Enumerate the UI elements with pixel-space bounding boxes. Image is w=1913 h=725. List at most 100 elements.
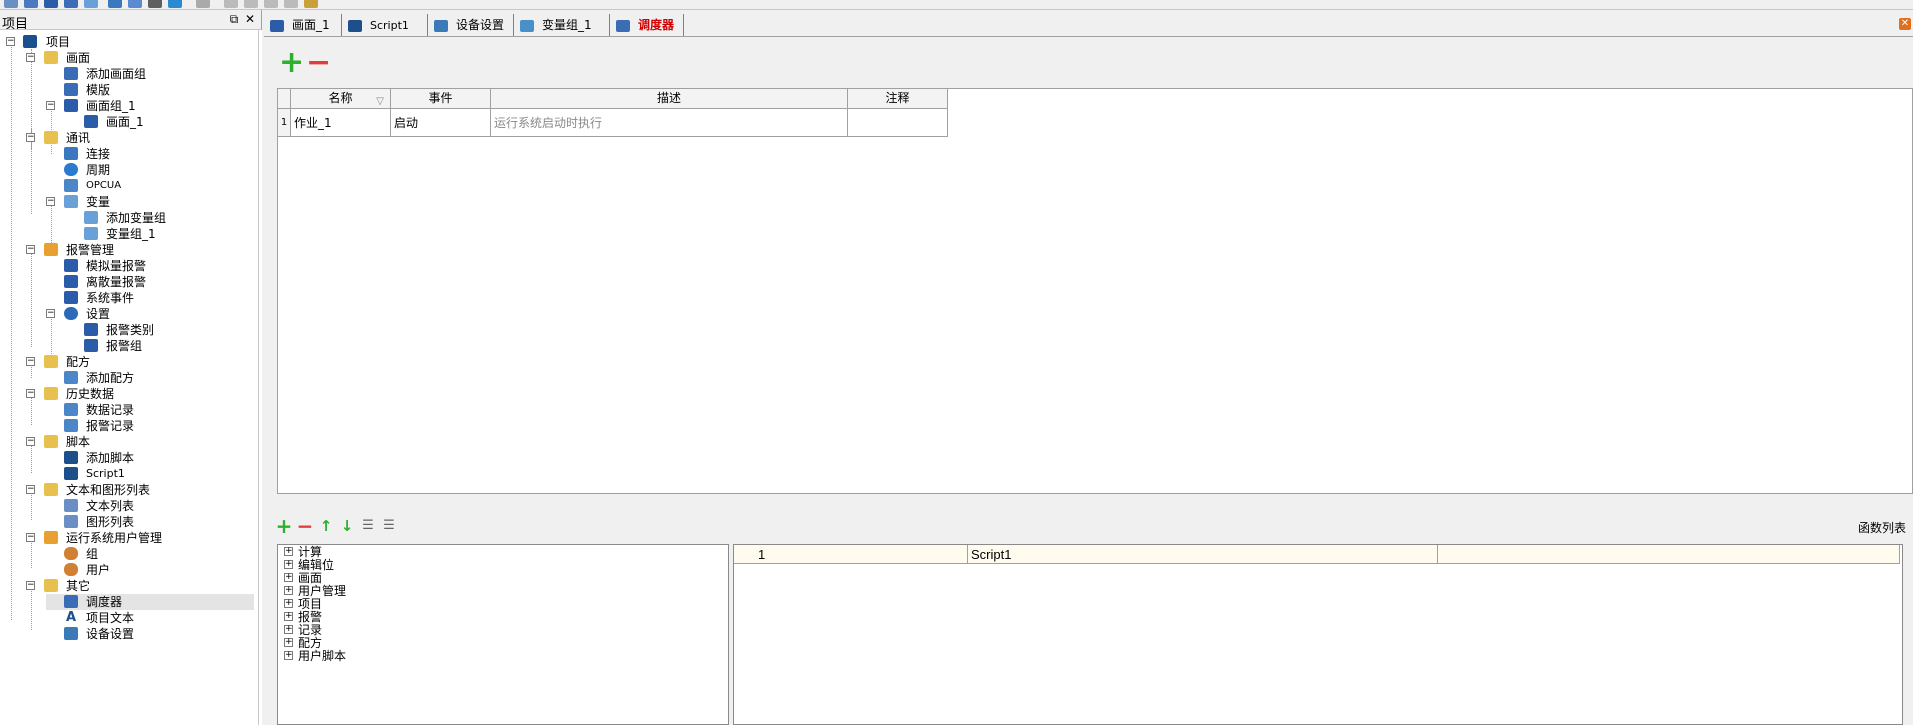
template-icon xyxy=(64,83,78,96)
add-var-group-icon xyxy=(84,211,98,224)
main-toolbar xyxy=(0,0,1913,10)
add-function-button[interactable]: + xyxy=(275,516,293,536)
screen-group-icon xyxy=(64,99,78,112)
delete-job-button[interactable]: − xyxy=(306,48,331,78)
row-header-corner xyxy=(278,89,291,109)
add-script-icon xyxy=(64,451,78,464)
variable-group-icon xyxy=(520,19,534,32)
screen-icon xyxy=(270,19,284,32)
open-icon[interactable] xyxy=(24,0,38,8)
cut-icon[interactable] xyxy=(224,0,238,8)
tree-item-scheduler[interactable]: 调度器 xyxy=(46,594,254,610)
col-header-note[interactable]: 注释 xyxy=(848,89,948,109)
editor-tabs: 画面_1 Script1 设备设置 变量组_1 调度器 ✕ xyxy=(264,13,1913,37)
tab-script1[interactable]: Script1 xyxy=(344,14,428,36)
comm-folder-icon xyxy=(44,131,58,144)
settings-icon xyxy=(64,307,78,320)
function-list-table: 1 Script1 xyxy=(733,544,1903,725)
indent-icon[interactable]: ☰ xyxy=(359,516,377,536)
graphic-list-icon xyxy=(64,515,78,528)
device-settings-icon xyxy=(64,627,78,640)
other-folder-icon xyxy=(44,579,58,592)
project-pane-title: 项目 xyxy=(2,17,29,32)
remove-function-button[interactable]: − xyxy=(296,516,314,536)
outdent-icon[interactable]: ☰ xyxy=(380,516,398,536)
function-row[interactable]: 1 Script1 xyxy=(734,545,1900,564)
add-job-button[interactable]: + xyxy=(279,48,304,78)
save-all-icon[interactable] xyxy=(64,0,78,8)
job-table: 名称 ▽ 事件 描述 注释 1 作业_1 启动 运行系统启动时执行 xyxy=(277,88,1913,494)
connection-icon xyxy=(64,147,78,160)
user-icon xyxy=(64,563,78,576)
history-folder-icon xyxy=(44,387,58,400)
move-down-button[interactable]: ↓ xyxy=(338,516,356,536)
project-text-icon: A xyxy=(65,610,77,625)
opcua-icon xyxy=(64,179,78,192)
device-settings-icon xyxy=(434,19,448,32)
new-icon[interactable] xyxy=(4,0,18,8)
scheduler-editor: + − 名称 ▽ 事件 描述 注释 1 作业_1 启动 运行系统启动时执行 + −… xyxy=(264,38,1913,725)
text-graphic-folder-icon xyxy=(44,483,58,496)
cell-desc[interactable]: 运行系统启动时执行 xyxy=(491,109,848,137)
function-row-number: 1 xyxy=(734,545,968,564)
simulate-icon[interactable] xyxy=(128,0,142,8)
alarm-log-icon xyxy=(64,419,78,432)
cell-event[interactable]: 启动 xyxy=(391,109,491,137)
discrete-alarm-icon xyxy=(64,275,78,288)
restore-icon[interactable]: ⧉ xyxy=(228,12,240,26)
variables-icon xyxy=(64,195,78,208)
alarm-group-icon xyxy=(84,339,98,352)
col-header-desc[interactable]: 描述 xyxy=(491,89,848,109)
cell-note[interactable] xyxy=(848,109,948,137)
delete-icon[interactable] xyxy=(284,0,298,8)
close-tab-icon[interactable]: ✕ xyxy=(1899,18,1911,30)
move-up-button[interactable]: ↑ xyxy=(317,516,335,536)
tab-variable-group-1[interactable]: 变量组_1 xyxy=(516,14,610,36)
project-pane-header: 项目 ⧉ ✕ xyxy=(0,10,261,32)
pane-splitter[interactable] xyxy=(258,30,262,725)
cell-name[interactable]: 作业_1 xyxy=(291,109,391,137)
project-tree: − 项目 − 画面 添加画面组 模版 − 画面组_1 画面_1 − 通讯 连接 … xyxy=(0,31,256,725)
script-icon xyxy=(348,19,362,32)
alarm-class-icon xyxy=(84,323,98,336)
project-icon xyxy=(23,35,37,48)
tab-screen-1[interactable]: 画面_1 xyxy=(266,14,342,36)
function-list-label: 函数列表 xyxy=(1857,521,1906,535)
cycle-icon xyxy=(64,163,78,176)
script-icon xyxy=(64,467,78,480)
script-folder-icon xyxy=(44,435,58,448)
screen-icon xyxy=(84,115,98,128)
category-user-script[interactable]: + 用户脚本 xyxy=(284,650,346,663)
row-number: 1 xyxy=(278,109,291,137)
save-icon[interactable] xyxy=(44,0,58,8)
col-header-event[interactable]: 事件 xyxy=(391,89,491,109)
tab-scheduler[interactable]: 调度器 xyxy=(612,14,684,36)
analog-alarm-icon xyxy=(64,259,78,272)
col-header-name[interactable]: 名称 ▽ xyxy=(291,89,391,109)
find-icon[interactable] xyxy=(304,0,318,8)
paste-icon[interactable] xyxy=(264,0,278,8)
function-extra-cell[interactable] xyxy=(1438,545,1900,564)
print-icon[interactable] xyxy=(148,0,162,8)
var-group-icon xyxy=(84,227,98,240)
text-list-icon xyxy=(64,499,78,512)
tab-device-settings[interactable]: 设备设置 xyxy=(430,14,514,36)
close-icon[interactable]: ✕ xyxy=(244,12,256,26)
user-mgmt-folder-icon xyxy=(44,531,58,544)
function-name-cell[interactable]: Script1 xyxy=(968,545,1438,564)
edit-icon[interactable] xyxy=(196,0,210,8)
add-screen-group-icon xyxy=(64,67,78,80)
screens-folder-icon xyxy=(44,51,58,64)
data-log-icon xyxy=(64,403,78,416)
group-icon xyxy=(64,547,78,560)
run-icon[interactable] xyxy=(168,0,182,8)
system-event-icon xyxy=(64,291,78,304)
alarm-folder-icon xyxy=(44,243,58,256)
download-icon[interactable] xyxy=(108,0,122,8)
recipe-folder-icon xyxy=(44,355,58,368)
add-recipe-icon xyxy=(64,371,78,384)
scheduler-icon xyxy=(616,19,630,32)
copy-icon[interactable] xyxy=(244,0,258,8)
compile-icon[interactable] xyxy=(84,0,98,8)
function-category-tree: + 计算 + 编辑位 + 画面 + 用户管理 + 项目 + 报警 + 记录 + 配方 + 用户脚本 xyxy=(277,544,729,725)
